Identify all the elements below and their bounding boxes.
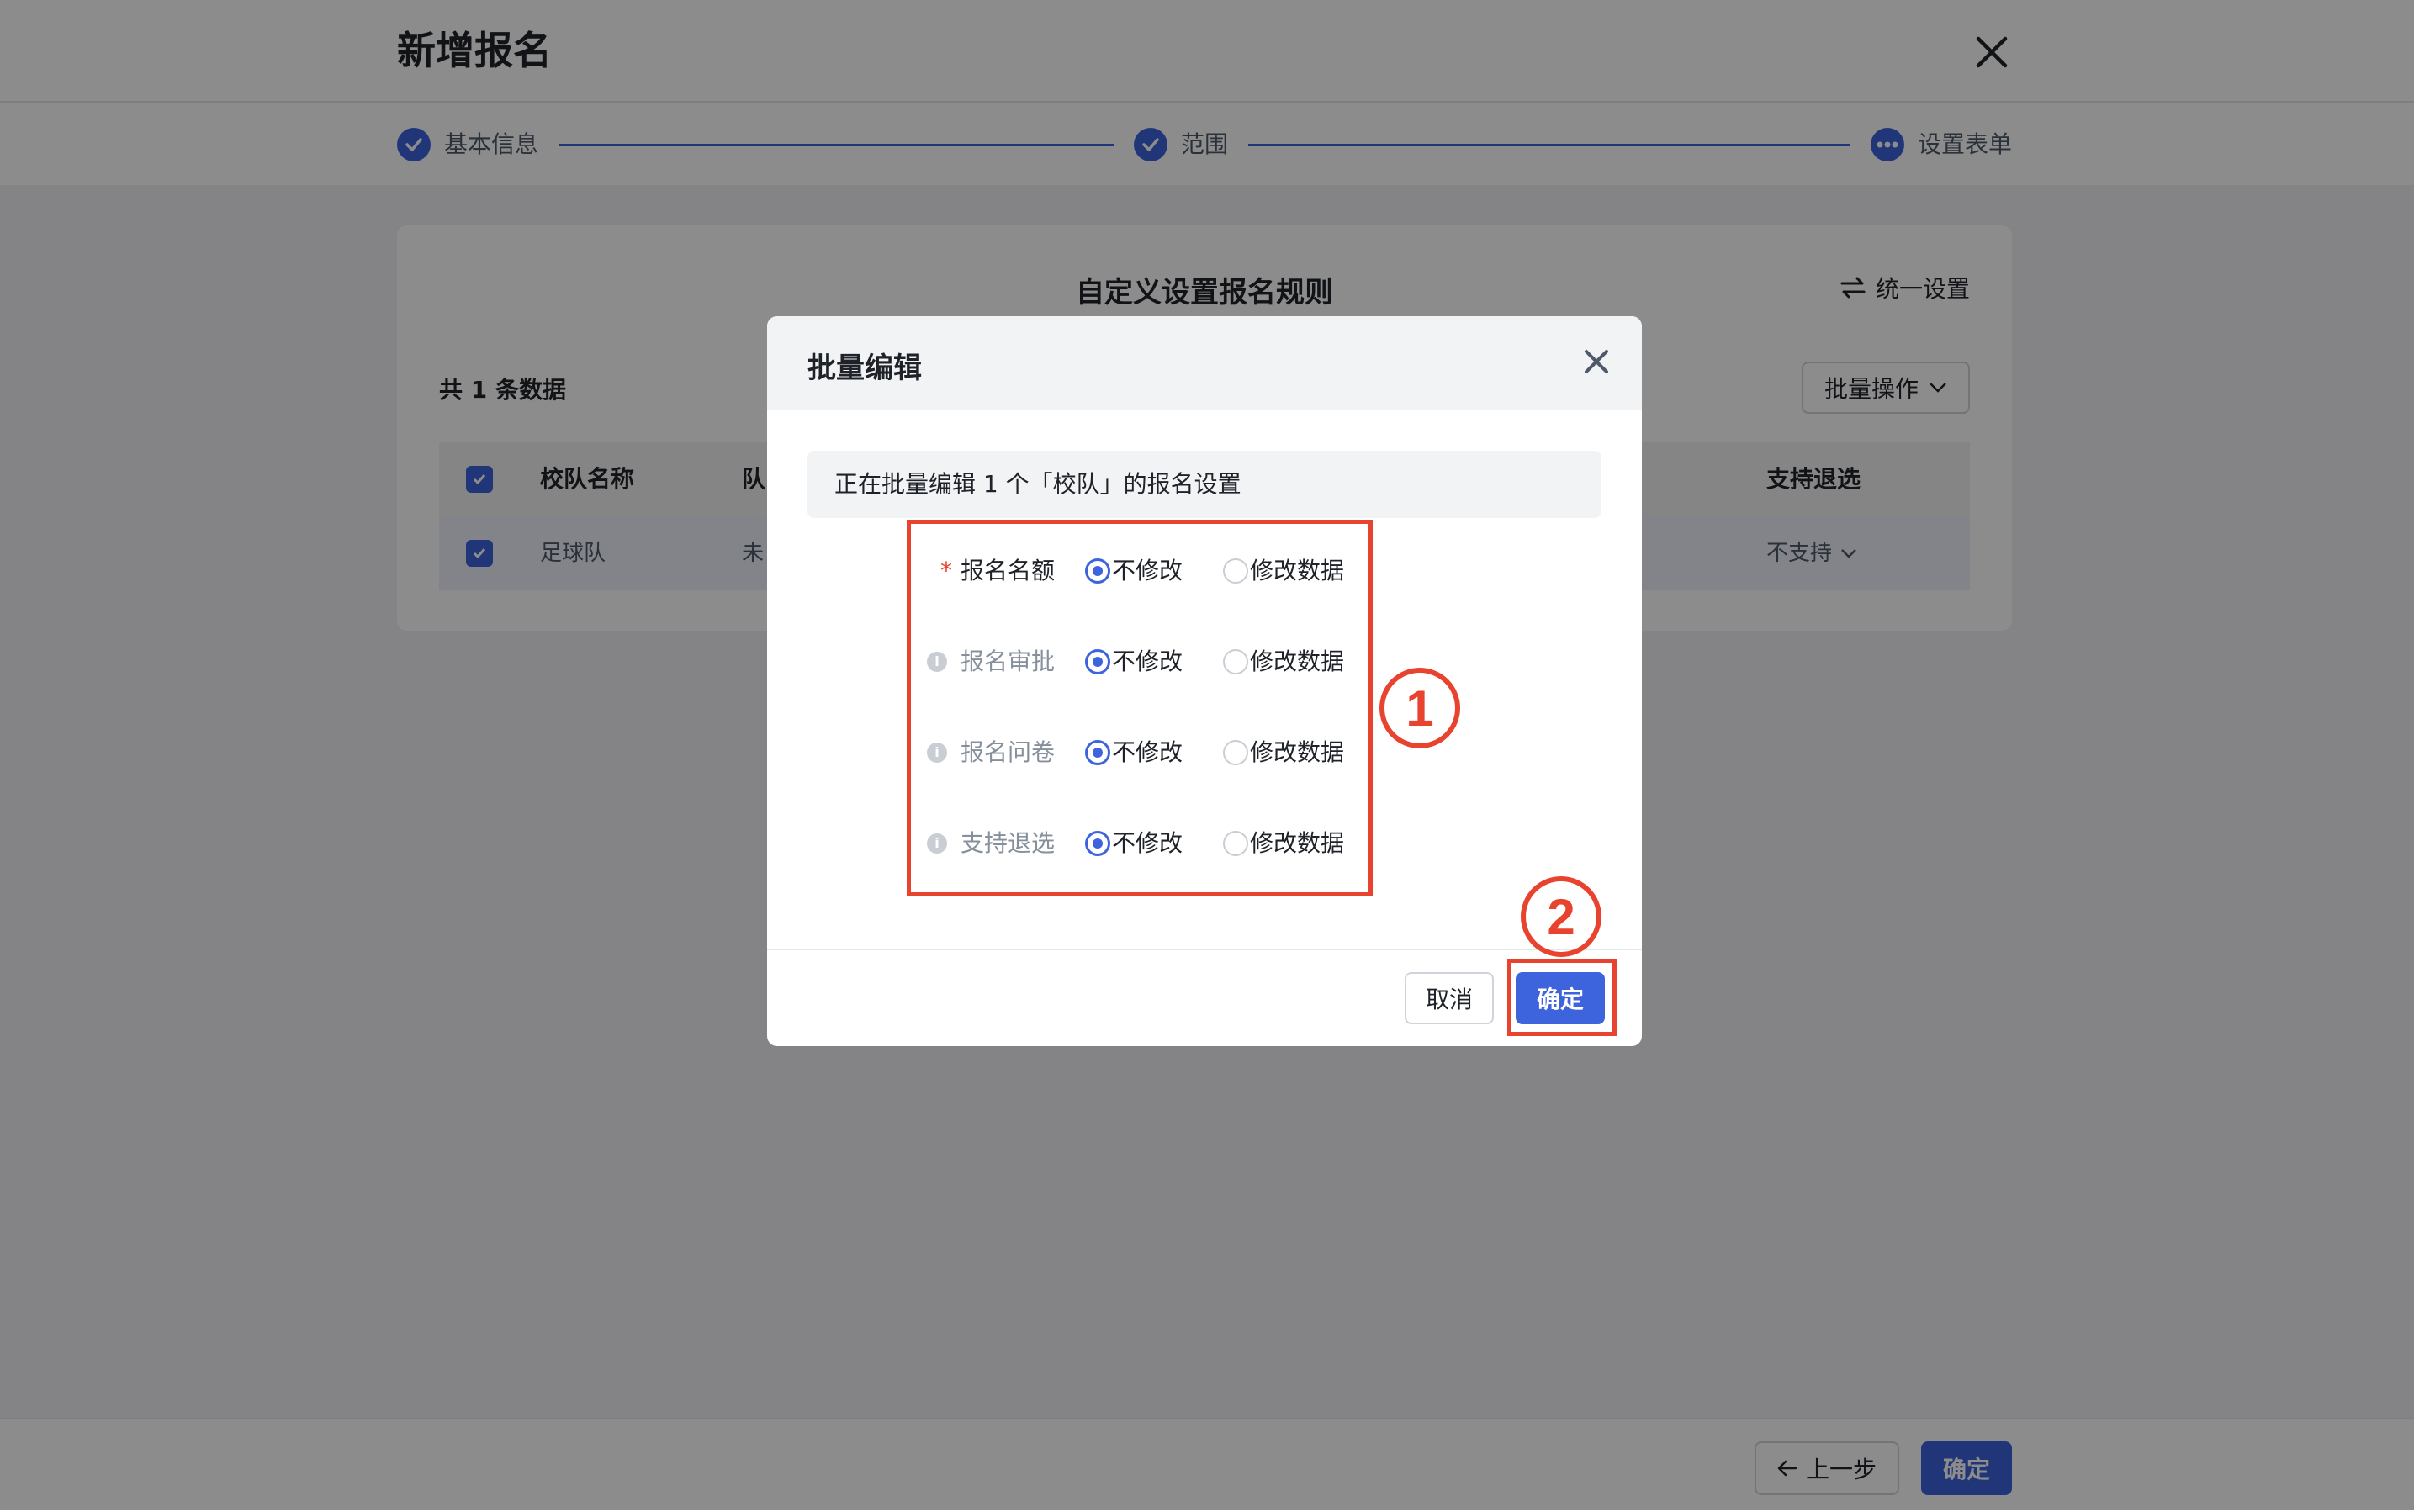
annotation-marker-2: 2: [1521, 876, 1601, 957]
cancel-button[interactable]: 取消: [1405, 972, 1494, 1024]
annotation-box-confirm: [1507, 959, 1617, 1036]
modal-header: 批量编辑: [767, 316, 1642, 410]
close-icon[interactable]: [1580, 345, 1613, 378]
annotation-marker-1: 1: [1379, 668, 1460, 748]
annotation-box-fields: [907, 520, 1373, 896]
batch-notice: 正在批量编辑 1 个「校队」的报名设置: [807, 451, 1601, 518]
modal-title: 批量编辑: [807, 352, 922, 385]
